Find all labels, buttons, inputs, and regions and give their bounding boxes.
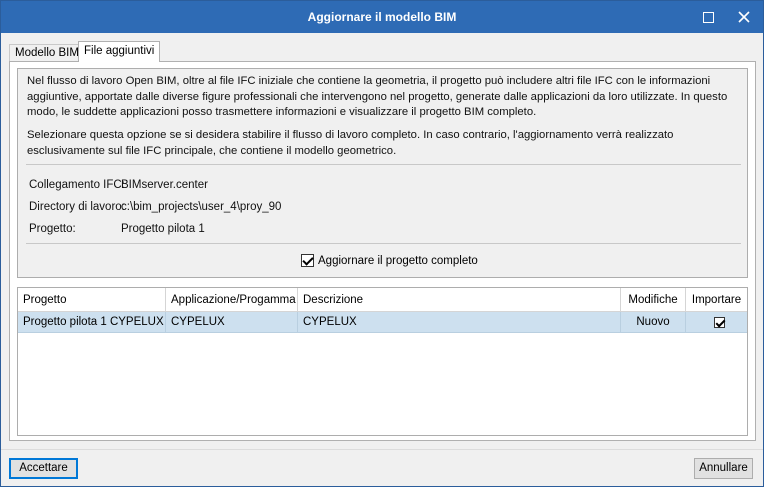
files-table: Progetto Applicazione/Progamma Descrizio… [17,287,748,436]
column-header-modifiche[interactable]: Modifiche [621,288,686,312]
update-complete-label: Aggiornare il progetto completo [318,254,478,267]
work-directory-label: Directory di lavoro: [29,201,125,213]
close-icon [738,11,750,23]
ifc-link-value: BIMserver.center [121,179,208,191]
ifc-link-label: Collegamento IFC: [29,179,125,191]
divider [26,243,741,244]
cell-modifiche: Nuovo [621,312,686,333]
table-header: Progetto Applicazione/Progamma Descrizio… [18,288,747,312]
accept-button[interactable]: Accettare [9,458,78,479]
column-header-importare[interactable]: Importare [686,288,747,312]
import-checkbox[interactable] [713,317,725,328]
tab-file-aggiuntivi[interactable]: File aggiuntivi [78,41,161,62]
project-value: Progetto pilota 1 [121,223,205,235]
maximize-button[interactable] [691,1,725,33]
project-label: Progetto: [29,223,76,235]
table-row[interactable]: Progetto pilota 1 CYPELUX CYPELUX CYPELU… [18,312,747,333]
column-header-progetto[interactable]: Progetto [18,288,166,312]
tab-modello-bim[interactable]: Modello BIM [9,44,85,61]
update-complete-checkbox[interactable] [301,254,314,267]
option-description-paragraph: Selezionare questa opzione se si desider… [27,129,674,157]
info-box: Nel flusso di lavoro Open BIM, oltre al … [17,68,748,278]
cell-importare [686,312,747,333]
cell-applicazione: CYPELUX [166,312,298,333]
column-header-applicazione[interactable]: Applicazione/Progamma [166,288,298,312]
title-bar[interactable]: Aggiornare il modello BIM [1,1,763,33]
column-header-descrizione[interactable]: Descrizione [298,288,621,312]
update-complete-option[interactable]: Aggiornare il progetto completo [301,254,478,267]
cell-descrizione: CYPELUX [298,312,621,333]
tab-panel-file-aggiuntivi: Nel flusso di lavoro Open BIM, oltre al … [9,61,756,441]
cell-progetto: Progetto pilota 1 CYPELUX [18,312,166,333]
footer-divider [1,449,763,450]
divider [26,164,741,165]
dialog-window: Aggiornare il modello BIM Modello BIM Fi… [0,0,764,487]
description-paragraph: Nel flusso di lavoro Open BIM, oltre al … [27,75,728,118]
close-button[interactable] [727,1,761,33]
window-title: Aggiornare il modello BIM [307,10,457,24]
work-directory-value: c:\bim_projects\user_4\proy_90 [121,201,282,213]
maximize-icon [702,11,714,23]
cancel-button[interactable]: Annullare [694,458,753,479]
